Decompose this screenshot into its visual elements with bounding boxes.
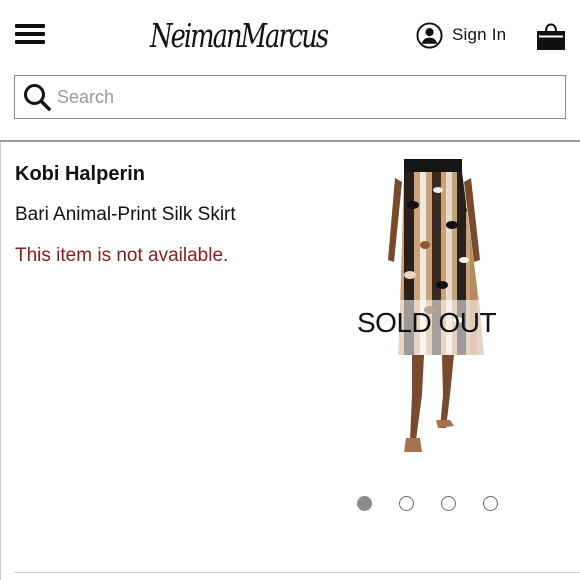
sold-out-overlay: SOLD OUT [357,307,497,338]
search-input[interactable] [57,82,547,112]
image-carousel-indicators [357,496,502,512]
carousel-dot[interactable] [441,496,456,511]
availability-message: This item is not available. [15,245,229,266]
designer-name[interactable]: Kobi Halperin [15,163,145,186]
search-icon[interactable] [22,82,52,112]
header-divider [0,140,580,142]
hamburger-menu-icon[interactable] [15,22,45,46]
neiman-marcus-logo[interactable]: NeimanMarcus [150,8,329,64]
product-name: Bari Animal-Print Silk Skirt [15,204,236,225]
carousel-dot[interactable] [357,496,372,511]
bottom-divider [14,572,580,573]
shopping-bag-icon[interactable] [536,23,566,51]
content-left-border [0,142,1,580]
search-box[interactable] [14,75,566,119]
site-header: NeimanMarcus Sign In [0,0,580,72]
menu-bar [15,24,45,28]
menu-bar [15,40,45,44]
sign-in-label: Sign In [452,25,507,44]
menu-bar [15,32,45,36]
carousel-dot[interactable] [399,496,414,511]
carousel-dot[interactable] [483,496,498,511]
user-circle-icon [416,21,443,49]
sign-in-button[interactable]: Sign In [416,20,506,50]
